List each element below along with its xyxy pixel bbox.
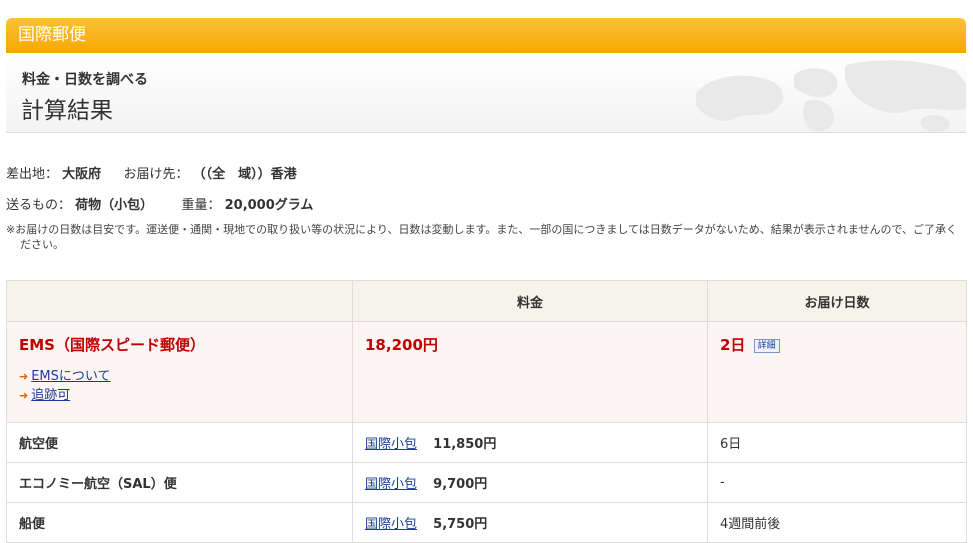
price-value: 9,700円 — [433, 477, 488, 492]
header-price: 料金 — [352, 280, 708, 322]
arrow-right-icon: ➜ — [19, 389, 29, 402]
ems-days-cell: 2日 詳細 — [707, 321, 967, 423]
days-value: 4週間前後 — [720, 517, 781, 532]
section-header-title: 国際郵便 — [18, 25, 86, 45]
page-title: 計算結果 — [21, 98, 113, 124]
table-row-sal: エコノミー航空（SAL）便 国際小包 9,700円 - — [6, 462, 967, 503]
ems-price: 18,200円 — [365, 336, 438, 354]
ems-tracking-link[interactable]: 追跡可 — [31, 388, 70, 403]
parcel-type-link[interactable]: 国際小包 — [365, 517, 417, 532]
ems-price-cell: 18,200円 — [352, 321, 708, 423]
ems-days: 2日 — [720, 336, 746, 354]
shipment-route: 差出地： 大阪府 お届け先： （（全 域））香港 — [6, 163, 297, 182]
origin-label: 差出地： — [6, 167, 59, 182]
price-value: 5,750円 — [433, 517, 488, 532]
table-row-air: 航空便 国際小包 11,850円 6日 — [6, 422, 967, 463]
table-header-row: 料金 お届け日数 — [6, 280, 967, 322]
mode-name: 航空便 — [19, 437, 59, 452]
destination-value: （（全 域））香港 — [192, 167, 297, 182]
shipment-item: 送るもの： 荷物（小包） 重量： 20,000グラム — [6, 194, 313, 213]
section-header: 国際郵便 — [6, 18, 966, 53]
ems-name: EMS（国際スピード郵便） — [19, 336, 205, 354]
title-panel: 料金・日数を調べる 計算結果 — [6, 53, 966, 133]
header-mode — [6, 280, 353, 322]
parcel-type-link[interactable]: 国際小包 — [365, 437, 417, 452]
mode-name: 船便 — [19, 517, 46, 532]
world-map-icon — [696, 60, 966, 132]
weight-label: 重量： — [181, 198, 221, 213]
rates-table: 料金 お届け日数 EMS（国際スピード郵便） ➜ EMSについて ➜ 追跡可 18,… — [6, 280, 967, 543]
mode-name: エコノミー航空（SAL）便 — [19, 477, 177, 492]
arrow-right-icon: ➜ — [19, 370, 29, 383]
ems-about-item: ➜ EMSについて — [19, 367, 340, 386]
origin-value: 大阪府 — [62, 167, 102, 182]
header-days: お届け日数 — [707, 280, 967, 322]
ems-tracking-item: ➜ 追跡可 — [19, 386, 340, 405]
page-subtitle: 料金・日数を調べる — [22, 72, 148, 88]
ems-cell: EMS（国際スピード郵便） ➜ EMSについて ➜ 追跡可 — [6, 321, 353, 423]
price-value: 11,850円 — [433, 437, 497, 452]
ems-about-link[interactable]: EMSについて — [31, 369, 110, 384]
destination-label: お届け先： — [123, 167, 189, 182]
item-label: 送るもの： — [6, 198, 72, 213]
ems-detail-button[interactable]: 詳細 — [753, 339, 780, 353]
weight-value: 20,000グラム — [224, 198, 314, 213]
parcel-type-link[interactable]: 国際小包 — [365, 477, 417, 492]
table-row-ems: EMS（国際スピード郵便） ➜ EMSについて ➜ 追跡可 18,200円 2日 詳… — [6, 321, 967, 423]
days-value: 6日 — [720, 437, 742, 452]
days-value: - — [720, 475, 725, 490]
table-row-ship: 船便 国際小包 5,750円 4週間前後 — [6, 502, 967, 543]
item-value: 荷物（小包） — [75, 198, 154, 213]
delivery-notice: ※お届けの日数は目安です。運送便・通関・現地での取り扱い等の状況により、日数は変… — [6, 223, 958, 251]
